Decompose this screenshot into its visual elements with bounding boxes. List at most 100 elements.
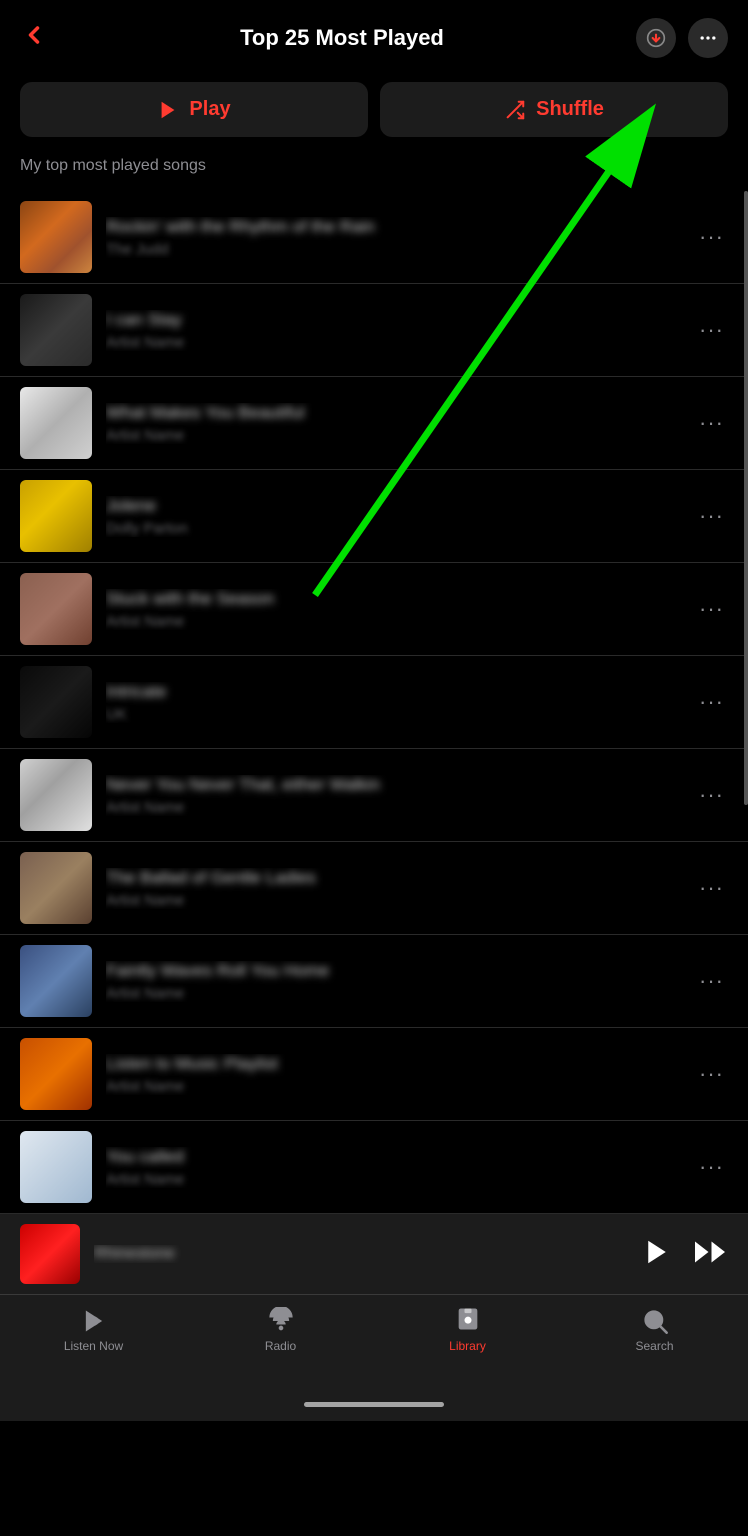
song-artist: Artist Name (106, 613, 695, 630)
song-item-1[interactable]: Rockin' with the Rhythm of the Rain The … (0, 191, 748, 284)
tab-radio[interactable]: Radio (187, 1307, 374, 1353)
now-playing-title: Rhinestone (94, 1245, 628, 1263)
song-thumbnail (20, 945, 92, 1017)
song-thumbnail (20, 573, 92, 645)
song-title: What Makes You Beautiful (106, 403, 695, 423)
song-more-button[interactable]: ··· (695, 689, 728, 715)
song-item-5[interactable]: Stuck with the Season Artist Name ··· (0, 563, 748, 656)
header: Top 25 Most Played (0, 0, 748, 72)
tab-bar: Listen Now Radio Library (0, 1294, 748, 1394)
song-thumbnail (20, 666, 92, 738)
home-indicator (0, 1394, 748, 1421)
page-title: Top 25 Most Played (48, 25, 636, 51)
library-label: Library (449, 1339, 486, 1353)
song-artist: Artist Name (106, 1171, 695, 1188)
playlist-subtitle: My top most played songs (0, 153, 748, 191)
home-bar (304, 1402, 444, 1407)
song-more-button[interactable]: ··· (695, 503, 728, 529)
song-thumbnail (20, 852, 92, 924)
listen-now-icon (80, 1307, 108, 1335)
song-artist: Artist Name (106, 892, 695, 909)
song-item-3[interactable]: What Makes You Beautiful Artist Name ··· (0, 377, 748, 470)
song-artist: UK (106, 706, 695, 723)
song-item-7[interactable]: Never You Never That, either Walkin Arti… (0, 749, 748, 842)
song-title: Faintly Waves Roll You Home (106, 961, 695, 981)
song-more-button[interactable]: ··· (695, 1061, 728, 1087)
song-artist: Artist Name (106, 427, 695, 444)
search-icon (641, 1307, 669, 1335)
now-playing-thumbnail (20, 1224, 80, 1284)
back-button[interactable] (20, 21, 48, 56)
song-info: Never You Never That, either Walkin Arti… (106, 775, 695, 816)
song-more-button[interactable]: ··· (695, 968, 728, 994)
shuffle-button[interactable]: Shuffle (380, 82, 728, 137)
song-artist: Artist Name (106, 334, 695, 351)
song-more-button[interactable]: ··· (695, 317, 728, 343)
song-title: Jolene (106, 496, 695, 516)
listen-now-label: Listen Now (64, 1339, 123, 1353)
song-title: The Ballad of Gentle Ladies (106, 868, 695, 888)
play-button[interactable]: Play (20, 82, 368, 137)
action-buttons: Play Shuffle (0, 72, 748, 153)
scrollbar[interactable] (744, 191, 748, 805)
tab-search[interactable]: Search (561, 1307, 748, 1353)
song-list: Rockin' with the Rhythm of the Rain The … (0, 191, 748, 1214)
song-info: Rockin' with the Rhythm of the Rain The … (106, 217, 695, 258)
song-title: I can Stay (106, 310, 695, 330)
song-info: The Ballad of Gentle Ladies Artist Name (106, 868, 695, 909)
song-item-9[interactable]: Faintly Waves Roll You Home Artist Name … (0, 935, 748, 1028)
song-thumbnail (20, 201, 92, 273)
song-thumbnail (20, 387, 92, 459)
song-title: Stuck with the Season (106, 589, 695, 609)
play-pause-button[interactable] (642, 1237, 672, 1272)
library-icon (454, 1307, 482, 1335)
song-item-11[interactable]: You called Artist Name ··· (0, 1121, 748, 1214)
song-more-button[interactable]: ··· (695, 410, 728, 436)
song-thumbnail (20, 1038, 92, 1110)
song-more-button[interactable]: ··· (695, 224, 728, 250)
song-thumbnail (20, 1131, 92, 1203)
fast-forward-button[interactable] (692, 1234, 728, 1275)
radio-label: Radio (265, 1339, 296, 1353)
song-info: Listen to Music Playlist Artist Name (106, 1054, 695, 1095)
song-more-button[interactable]: ··· (695, 596, 728, 622)
song-info: Stuck with the Season Artist Name (106, 589, 695, 630)
now-playing-bar[interactable]: Rhinestone (0, 1214, 748, 1294)
song-item-2[interactable]: I can Stay Artist Name ··· (0, 284, 748, 377)
song-artist: Artist Name (106, 799, 695, 816)
song-thumbnail (20, 759, 92, 831)
tab-library[interactable]: Library (374, 1307, 561, 1353)
more-options-button[interactable] (688, 18, 728, 58)
song-more-button[interactable]: ··· (695, 782, 728, 808)
song-info: Faintly Waves Roll You Home Artist Name (106, 961, 695, 1002)
song-info: Intricate UK (106, 682, 695, 723)
song-artist: Artist Name (106, 985, 695, 1002)
song-title: You called (106, 1147, 695, 1167)
song-artist: Artist Name (106, 1078, 695, 1095)
song-info: I can Stay Artist Name (106, 310, 695, 351)
song-title: Never You Never That, either Walkin (106, 775, 695, 795)
playback-controls (642, 1234, 728, 1275)
song-title: Intricate (106, 682, 695, 702)
song-item-8[interactable]: The Ballad of Gentle Ladies Artist Name … (0, 842, 748, 935)
song-title: Listen to Music Playlist (106, 1054, 695, 1074)
shuffle-label: Shuffle (536, 98, 604, 121)
song-artist: The Judd (106, 241, 695, 258)
now-playing-info: Rhinestone (94, 1245, 628, 1263)
tab-listen-now[interactable]: Listen Now (0, 1307, 187, 1353)
song-info: What Makes You Beautiful Artist Name (106, 403, 695, 444)
radio-icon (267, 1307, 295, 1335)
download-button[interactable] (636, 18, 676, 58)
header-icons (636, 18, 728, 58)
song-artist: Dolly Parton (106, 520, 695, 537)
song-more-button[interactable]: ··· (695, 1154, 728, 1180)
song-more-button[interactable]: ··· (695, 875, 728, 901)
search-label: Search (635, 1339, 673, 1353)
song-thumbnail (20, 480, 92, 552)
song-item-6[interactable]: Intricate UK ··· (0, 656, 748, 749)
song-item-10[interactable]: Listen to Music Playlist Artist Name ··· (0, 1028, 748, 1121)
song-info: Jolene Dolly Parton (106, 496, 695, 537)
song-title: Rockin' with the Rhythm of the Rain (106, 217, 695, 237)
song-info: You called Artist Name (106, 1147, 695, 1188)
song-item-4[interactable]: Jolene Dolly Parton ··· (0, 470, 748, 563)
